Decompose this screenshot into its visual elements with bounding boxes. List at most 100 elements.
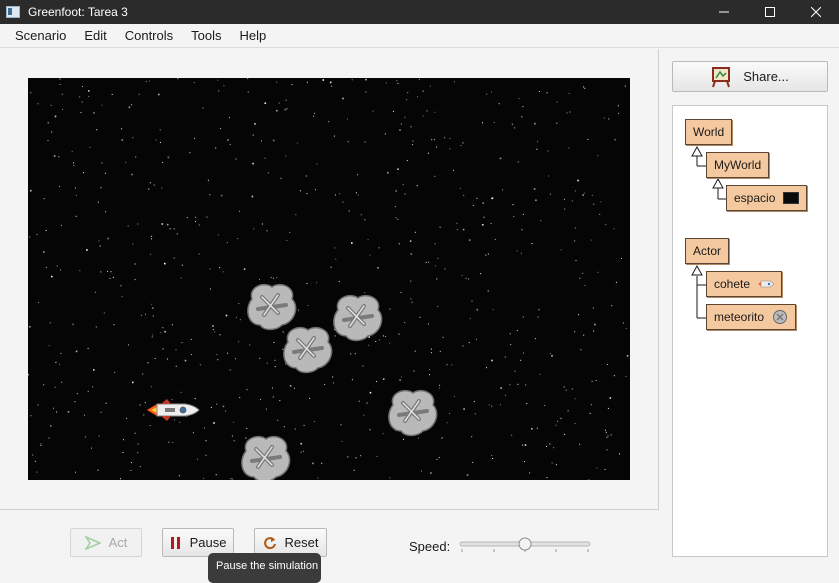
star [411, 253, 413, 255]
star [191, 354, 192, 355]
star [152, 334, 153, 335]
star [273, 140, 275, 142]
star [410, 299, 411, 300]
star [249, 345, 250, 346]
meteorito-actor[interactable] [334, 296, 382, 341]
star [271, 277, 272, 278]
menu-tools[interactable]: Tools [182, 24, 230, 48]
star [246, 428, 247, 429]
star [98, 202, 99, 203]
star [584, 88, 585, 89]
star [176, 366, 177, 367]
star [193, 432, 194, 433]
speed-slider-thumb[interactable] [519, 538, 531, 550]
star [234, 440, 235, 441]
class-meteorito[interactable]: meteorito [706, 304, 796, 330]
star-field [28, 78, 628, 480]
close-button[interactable] [793, 0, 839, 24]
speed-slider[interactable] [459, 537, 591, 553]
star [114, 324, 115, 325]
star [548, 176, 549, 177]
world-canvas[interactable] [28, 78, 630, 480]
menu-controls[interactable]: Controls [116, 24, 182, 48]
class-espacio[interactable]: espacio [726, 185, 807, 211]
star [158, 94, 160, 96]
menu-help[interactable]: Help [231, 24, 276, 48]
star [265, 158, 266, 159]
star [300, 190, 301, 191]
star [237, 238, 238, 239]
star [351, 242, 353, 244]
star [194, 82, 195, 83]
star [91, 448, 92, 449]
star [476, 339, 477, 340]
star [247, 78, 248, 79]
minimize-button[interactable] [701, 0, 747, 24]
share-button[interactable]: Share... [672, 61, 828, 92]
act-button[interactable]: Act [70, 528, 142, 557]
star [575, 423, 576, 424]
star [128, 344, 129, 345]
star [491, 406, 492, 407]
star [608, 118, 609, 119]
star [185, 360, 187, 362]
star [512, 124, 513, 125]
star [526, 403, 527, 404]
star [569, 148, 570, 149]
meteorito-actor[interactable] [248, 285, 296, 330]
star [525, 444, 527, 446]
star [68, 411, 70, 413]
star [614, 375, 615, 376]
star [223, 271, 224, 272]
star [523, 353, 524, 354]
star [30, 415, 31, 416]
star [239, 211, 240, 212]
star [377, 267, 379, 269]
meteorito-actor[interactable] [284, 328, 332, 373]
star [556, 123, 557, 124]
meteorito-actor[interactable] [242, 437, 290, 480]
star [239, 397, 240, 398]
star [309, 398, 310, 399]
star [148, 362, 149, 363]
space-thumbnail-icon [783, 192, 799, 204]
star [547, 150, 548, 151]
star [625, 376, 626, 377]
star [437, 459, 438, 460]
star [510, 333, 511, 334]
star [420, 317, 421, 318]
star [195, 217, 196, 218]
star [110, 278, 111, 279]
star [377, 456, 378, 457]
star [522, 445, 523, 446]
star [469, 239, 471, 241]
star [521, 116, 522, 117]
class-world[interactable]: World [685, 119, 732, 145]
cohete-actor[interactable] [147, 399, 199, 421]
class-side-pane: Share... World MyWorld espacio Ac [660, 49, 839, 567]
star [401, 377, 402, 378]
star [463, 195, 464, 196]
star [284, 109, 286, 111]
star [417, 185, 418, 186]
star [35, 461, 36, 462]
star [295, 429, 296, 430]
star [580, 349, 581, 350]
star [547, 477, 548, 478]
menu-edit[interactable]: Edit [75, 24, 115, 48]
star [410, 126, 411, 127]
menu-scenario[interactable]: Scenario [6, 24, 75, 48]
meteorito-actor[interactable] [389, 391, 437, 436]
class-myworld[interactable]: MyWorld [706, 152, 769, 178]
maximize-button[interactable] [747, 0, 793, 24]
star [273, 396, 274, 397]
star [151, 238, 152, 239]
class-actor[interactable]: Actor [685, 238, 729, 264]
class-cohete[interactable]: cohete [706, 271, 782, 297]
star [597, 468, 598, 469]
star [551, 355, 553, 357]
star [439, 385, 440, 386]
star [491, 455, 492, 456]
star [403, 184, 404, 185]
star [189, 152, 190, 153]
